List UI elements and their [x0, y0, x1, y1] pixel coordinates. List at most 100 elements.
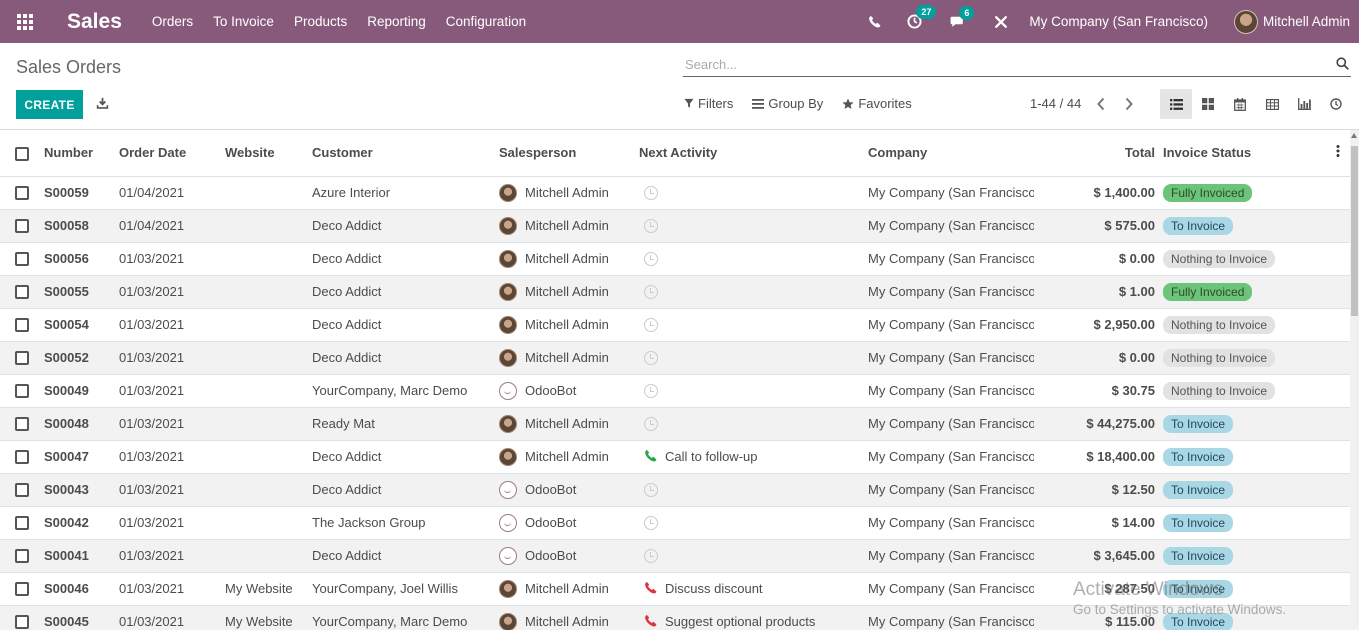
schedule-activity-clock-icon[interactable] [644, 284, 658, 299]
header-company[interactable]: Company [868, 130, 1034, 177]
chat-icon[interactable]: 6 [950, 5, 975, 29]
user-avatar [1233, 9, 1258, 34]
header-number[interactable]: Number [44, 130, 119, 177]
table-row[interactable]: S00041 01/03/2021 Deco Addict OdooBot My Com… [0, 539, 1350, 573]
vertical-scrollbar[interactable] [1350, 130, 1359, 630]
optional-columns-icon[interactable] [1336, 145, 1340, 160]
order-website: My Website [225, 605, 312, 630]
table-row[interactable]: S00042 01/03/2021 The Jackson Group OdooBot… [0, 506, 1350, 540]
header-total[interactable]: Total [1034, 130, 1163, 177]
schedule-activity-clock-icon[interactable] [644, 482, 658, 497]
phone-icon[interactable] [868, 15, 881, 28]
table-row[interactable]: S00045 01/03/2021 My Website YourCompany, M… [0, 605, 1350, 630]
phone-activity-icon[interactable] [644, 614, 657, 630]
table-row[interactable]: S00052 01/03/2021 Deco Addict Mitchell Admi… [0, 341, 1350, 375]
header-website[interactable]: Website [225, 130, 312, 177]
row-checkbox[interactable] [15, 483, 29, 498]
menu-orders[interactable]: Orders [152, 14, 193, 29]
pager-next-icon[interactable] [1124, 97, 1134, 114]
next-activity-cell: Suggest optional products [639, 614, 868, 630]
download-icon[interactable] [96, 97, 109, 113]
tools-icon[interactable] [994, 15, 1008, 29]
salesperson-name: Mitchell Admin [525, 185, 609, 200]
user-menu[interactable]: Mitchell Admin [1233, 9, 1350, 34]
menu-reporting[interactable]: Reporting [367, 14, 426, 29]
row-checkbox[interactable] [15, 582, 29, 597]
schedule-activity-clock-icon[interactable] [644, 416, 658, 431]
scroll-thumb[interactable] [1351, 146, 1358, 316]
schedule-activity-clock-icon[interactable] [644, 515, 658, 530]
table-row[interactable]: S00043 01/03/2021 Deco Addict OdooBot My Com… [0, 473, 1350, 507]
schedule-activity-clock-icon[interactable] [644, 218, 658, 233]
table-header-row: Number Order Date Website Customer Sales… [0, 130, 1350, 177]
row-checkbox[interactable] [15, 516, 29, 531]
row-checkbox[interactable] [15, 285, 29, 300]
search-icon[interactable] [1336, 57, 1349, 73]
table-row[interactable]: S00049 01/03/2021 YourCompany, Marc Demo Od… [0, 374, 1350, 408]
header-customer[interactable]: Customer [312, 130, 499, 177]
phone-activity-icon[interactable] [644, 449, 657, 465]
row-checkbox[interactable] [15, 615, 29, 630]
table-row[interactable]: S00048 01/03/2021 Ready Mat Mitchell Admin M… [0, 407, 1350, 441]
activity-clock-icon[interactable]: 27 [907, 5, 937, 29]
search-input[interactable] [683, 53, 1323, 75]
filters-button[interactable]: Filters [684, 96, 733, 111]
schedule-activity-clock-icon[interactable] [644, 548, 658, 563]
row-checkbox[interactable] [15, 186, 29, 201]
schedule-activity-clock-icon[interactable] [644, 383, 658, 398]
row-checkbox[interactable] [15, 417, 29, 432]
menu-products[interactable]: Products [294, 14, 347, 29]
table-row[interactable]: S00058 01/04/2021 Deco Addict Mitchell Admi… [0, 209, 1350, 243]
order-customer: Deco Addict [312, 440, 499, 474]
row-checkbox[interactable] [15, 549, 29, 564]
groupby-button[interactable]: Group By [752, 96, 823, 111]
salesperson-cell: Mitchell Admin [499, 414, 639, 433]
schedule-activity-clock-icon[interactable] [644, 317, 658, 332]
select-all-checkbox[interactable] [15, 146, 29, 161]
calendar-view-icon[interactable] [1224, 89, 1256, 119]
graph-view-icon[interactable] [1288, 89, 1320, 119]
company-switcher[interactable]: My Company (San Francisco) [1029, 14, 1208, 29]
menu-configuration[interactable]: Configuration [446, 14, 526, 29]
row-checkbox[interactable] [15, 219, 29, 234]
row-checkbox[interactable] [15, 351, 29, 366]
row-checkbox[interactable] [15, 384, 29, 399]
create-button[interactable]: CREATE [16, 90, 83, 119]
order-total: $ 115.00 [1034, 605, 1163, 630]
header-salesperson[interactable]: Salesperson [499, 130, 639, 177]
schedule-activity-clock-icon[interactable] [644, 251, 658, 266]
pager-value[interactable]: 1-44 / 44 [1030, 96, 1081, 111]
row-checkbox[interactable] [15, 450, 29, 465]
schedule-activity-clock-icon[interactable] [644, 185, 658, 200]
favorites-button[interactable]: Favorites [842, 96, 912, 111]
scroll-up-arrow[interactable] [1351, 133, 1357, 138]
row-checkbox[interactable] [15, 252, 29, 267]
row-checkbox[interactable] [15, 318, 29, 333]
salesperson-name: Mitchell Admin [525, 284, 609, 299]
table-row[interactable]: S00047 01/03/2021 Deco Addict Mitchell Admi… [0, 440, 1350, 474]
kanban-view-icon[interactable] [1192, 89, 1224, 119]
header-invoice-status[interactable]: Invoice Status [1163, 130, 1298, 177]
table-row[interactable]: S00059 01/04/2021 Azure Interior Mitchell A… [0, 176, 1350, 210]
header-order-date[interactable]: Order Date [119, 130, 225, 177]
salesperson-cell: Mitchell Admin [499, 348, 639, 367]
pager-previous-icon[interactable] [1096, 97, 1106, 114]
schedule-activity-clock-icon[interactable] [644, 350, 658, 365]
table-row[interactable]: S00056 01/03/2021 Deco Addict Mitchell Admi… [0, 242, 1350, 276]
table-row[interactable]: S00046 01/03/2021 My Website YourCompany, J… [0, 572, 1350, 606]
pivot-view-icon[interactable] [1256, 89, 1288, 119]
table-row[interactable]: S00054 01/03/2021 Deco Addict Mitchell Admi… [0, 308, 1350, 342]
header-next-activity[interactable]: Next Activity [639, 130, 868, 177]
phone-activity-icon[interactable] [644, 581, 657, 597]
order-number: S00048 [44, 407, 119, 441]
activity-view-icon[interactable] [1320, 89, 1352, 119]
order-number: S00049 [44, 374, 119, 408]
list-view-icon[interactable] [1160, 89, 1192, 119]
app-brand[interactable]: Sales [67, 10, 122, 34]
apps-menu-icon[interactable] [0, 0, 50, 43]
table-row[interactable]: S00055 01/03/2021 Deco Addict Mitchell Admi… [0, 275, 1350, 309]
menu-to-invoice[interactable]: To Invoice [213, 14, 274, 29]
order-date: 01/03/2021 [119, 275, 225, 309]
order-number: S00059 [44, 176, 119, 210]
invoice-status-badge: To Invoice [1163, 447, 1234, 466]
